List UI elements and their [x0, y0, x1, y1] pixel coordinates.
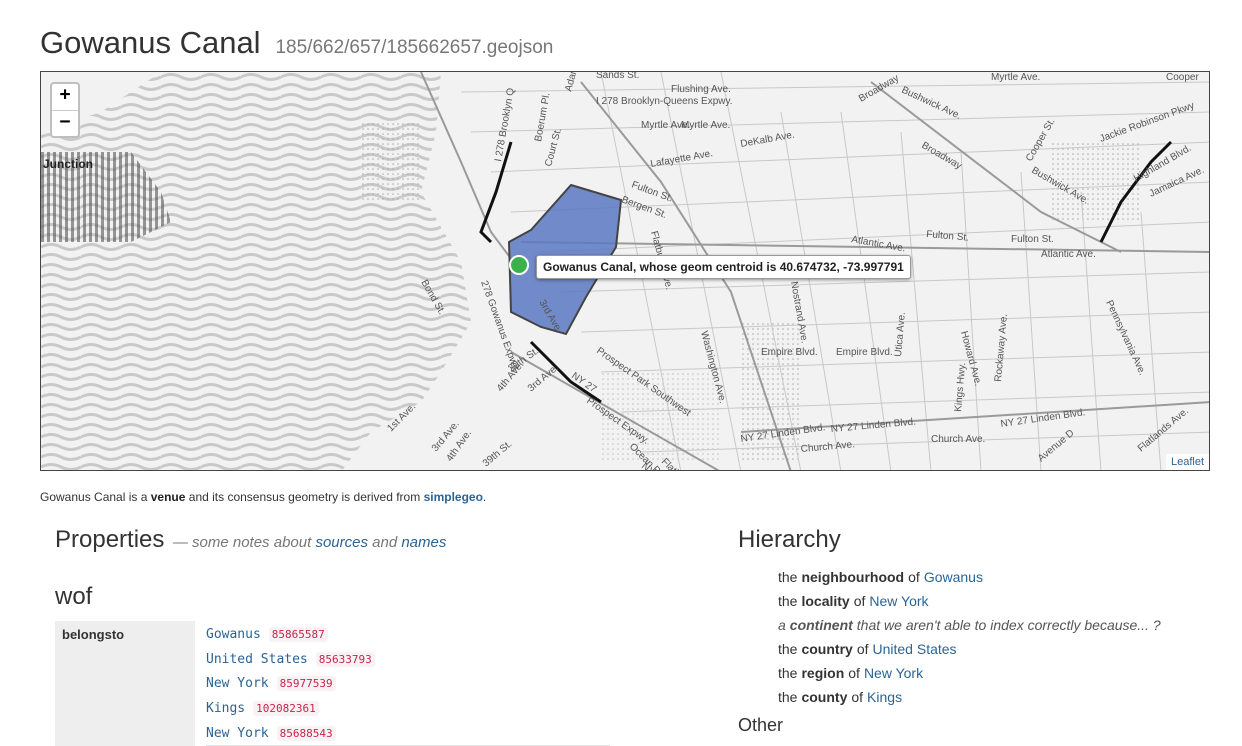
- summary-middle: and its consensus geometry is derived fr…: [188, 490, 421, 504]
- properties-header: Properties — some notes about sources an…: [55, 526, 446, 554]
- map-street-label: Cooper: [1166, 72, 1199, 83]
- map-street-label: Flushing Ave.: [671, 84, 731, 95]
- hierarchy-link[interactable]: Kings: [867, 689, 902, 705]
- list-item: New York 85977539: [206, 672, 610, 697]
- hierarchy-title: Hierarchy: [738, 526, 841, 553]
- hierarchy-link[interactable]: Gowanus: [924, 569, 983, 585]
- hierarchy-placetype: locality: [801, 593, 850, 609]
- belongsto-link[interactable]: New York: [206, 676, 269, 691]
- hierarchy-of: of: [848, 665, 860, 681]
- belongsto-link[interactable]: United States: [206, 652, 308, 667]
- belongsto-link[interactable]: Kings: [206, 701, 245, 716]
- hierarchy-article: the: [778, 569, 798, 585]
- hierarchy-placetype: continent: [789, 617, 853, 633]
- zoom-in-button[interactable]: +: [52, 84, 78, 110]
- hierarchy-list: the neighbourhood of Gowanus the localit…: [778, 565, 1218, 709]
- summary-prefix: Gowanus Canal is a: [40, 490, 148, 504]
- hierarchy-row: the county of Kings: [778, 685, 1218, 709]
- hierarchy-of: of: [851, 689, 864, 705]
- properties-title: Properties: [55, 526, 165, 553]
- map-street-label: Fulton St.: [1011, 234, 1054, 245]
- geojson-path: 185/662/657/185662657.geojson: [275, 37, 554, 58]
- belongsto-link[interactable]: New York: [206, 726, 269, 741]
- map[interactable]: Junction Sands St. Flushing Ave. Myrtle Ave…: [40, 71, 1210, 471]
- list-item: Gowanus 85865587: [206, 623, 610, 648]
- hierarchy-of: of: [908, 569, 920, 585]
- hierarchy-of: of: [856, 641, 869, 657]
- zoom-control: + −: [50, 82, 80, 138]
- zoom-out-button[interactable]: −: [52, 110, 78, 136]
- belongsto-id: 85977539: [276, 676, 336, 692]
- properties-note-and: and: [372, 534, 398, 551]
- hierarchy-link[interactable]: New York: [864, 665, 923, 681]
- belongsto-id: 102082361: [253, 701, 319, 717]
- hierarchy-link[interactable]: New York: [869, 593, 928, 609]
- hierarchy-article: the: [778, 665, 798, 681]
- leaflet-link[interactable]: Leaflet: [1171, 456, 1204, 468]
- belongsto-id: 85688543: [276, 725, 336, 741]
- map-street-label: Empire Blvd.: [761, 347, 818, 358]
- belongsto-id: 85633793: [315, 651, 375, 667]
- hierarchy-article: the: [778, 593, 798, 609]
- belongsto-link[interactable]: Gowanus: [206, 627, 261, 642]
- hierarchy-row-unindexed: a continent that we aren't able to index…: [778, 613, 1218, 637]
- hierarchy-row: the country of United States: [778, 637, 1218, 661]
- hierarchy-placetype: neighbourhood: [801, 569, 905, 585]
- hierarchy-article: the: [778, 641, 798, 657]
- map-street-label: Myrtle Ave.: [991, 72, 1040, 83]
- sources-link[interactable]: sources: [315, 534, 368, 551]
- list-item: New York 85688543: [206, 721, 610, 746]
- centroid-tooltip: Gowanus Canal, whose geom centroid is 40…: [536, 255, 911, 279]
- list-item: United States 85633793: [206, 648, 610, 673]
- map-street-label: Junction: [43, 157, 93, 171]
- summary-suffix: .: [482, 490, 487, 504]
- map-street-label: Myrtle Ave.: [681, 120, 730, 131]
- belongsto-list: Gowanus 85865587 United States 85633793 …: [206, 623, 610, 746]
- section-wof: wof: [55, 583, 93, 610]
- properties-note-prefix: — some notes about: [172, 534, 312, 551]
- source-link[interactable]: simplegeo: [424, 490, 483, 504]
- map-street-label: I 278 Brooklyn-Queens Expwy.: [596, 96, 733, 107]
- other-title: Other: [738, 715, 784, 735]
- hierarchy-link[interactable]: United States: [873, 641, 957, 657]
- hierarchy-placetype: country: [801, 641, 853, 657]
- map-street-label: Church Ave.: [931, 434, 985, 445]
- list-item: Kings 102082361: [206, 697, 610, 722]
- hierarchy-article: the: [778, 689, 798, 705]
- venue-name: Gowanus Canal: [40, 25, 261, 60]
- map-street-label: Sands St.: [596, 72, 639, 81]
- page-title: Gowanus Canal 185/662/657/185662657.geoj…: [40, 24, 553, 61]
- hierarchy-row: the locality of New York: [778, 589, 1218, 613]
- hierarchy-note: that we aren't able to index correctly b…: [856, 617, 1161, 633]
- belongsto-id: 85865587: [268, 627, 328, 643]
- hierarchy-placetype: county: [801, 689, 848, 705]
- map-street-label: Empire Blvd.: [836, 347, 893, 358]
- hierarchy-of: of: [853, 593, 866, 609]
- hierarchy-row: the region of New York: [778, 661, 1218, 685]
- names-link[interactable]: names: [401, 534, 446, 551]
- properties-note: — some notes about sources and names: [173, 534, 447, 551]
- centroid-marker: [509, 255, 529, 275]
- summary-line: Gowanus Canal is a venue and its consens…: [40, 490, 486, 504]
- summary-placetype: venue: [150, 490, 186, 504]
- hierarchy-row: the neighbourhood of Gowanus: [778, 565, 1218, 589]
- map-attribution: Leaflet: [1165, 454, 1209, 470]
- map-street-label: Atlantic Ave.: [1041, 249, 1096, 260]
- property-key-belongsto: belongsto: [55, 621, 195, 746]
- hierarchy-article: a: [778, 617, 786, 633]
- hierarchy-placetype: region: [801, 665, 845, 681]
